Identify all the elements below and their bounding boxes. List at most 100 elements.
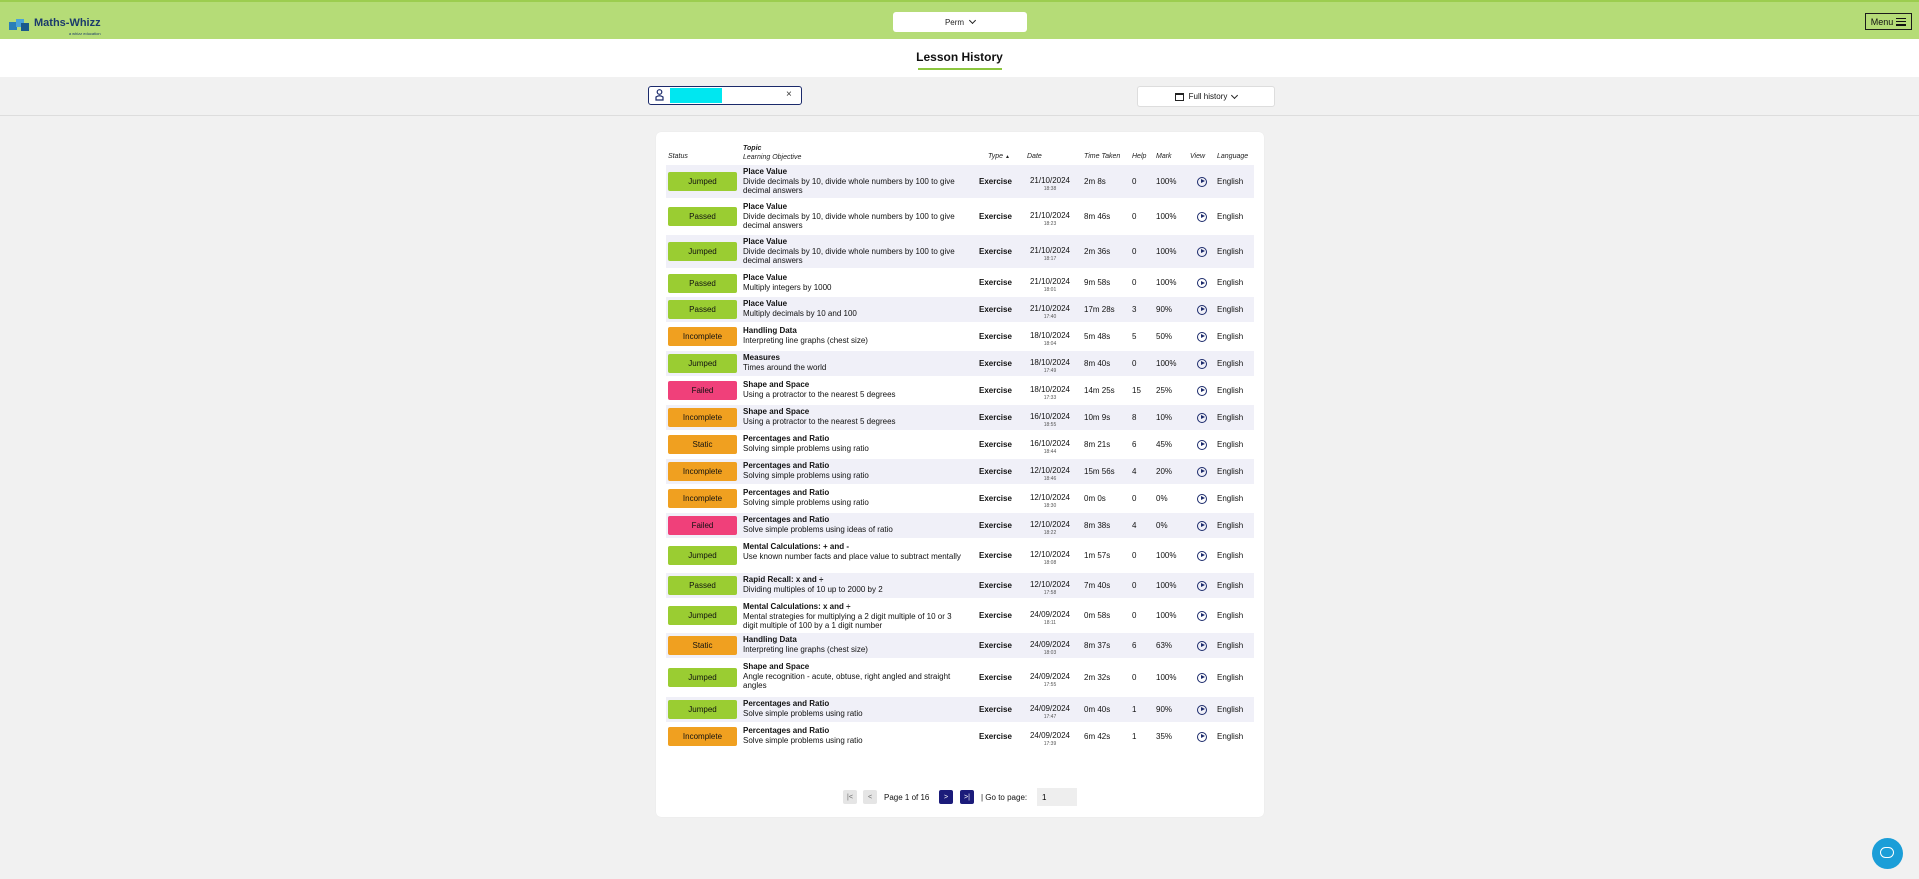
play-icon[interactable] xyxy=(1197,278,1207,288)
type-cell: Exercise xyxy=(979,550,1012,560)
header-help[interactable]: Help xyxy=(1132,153,1146,160)
play-icon[interactable] xyxy=(1197,176,1207,187)
topic-name: Place Value xyxy=(743,237,788,246)
date-cell: 21/10/2024 17:40 xyxy=(1027,304,1073,320)
calendar-icon xyxy=(1174,92,1184,101)
learning-objective: Divide decimals by 10, divide whole numb… xyxy=(743,211,955,231)
topic-name: Place Value xyxy=(743,202,788,211)
play-icon[interactable] xyxy=(1197,580,1207,591)
play-icon[interactable] xyxy=(1197,466,1207,477)
time-value: 18:04 xyxy=(1043,340,1057,347)
header-mark[interactable]: Mark xyxy=(1156,153,1172,160)
learning-objective: Dividing multiples of 10 up to 2000 by 2 xyxy=(743,584,883,594)
topic-cell: Percentages and Ratio Solving simple prob… xyxy=(743,461,963,480)
learning-objective: Divide decimals by 10, divide whole numb… xyxy=(743,246,955,266)
play-icon[interactable] xyxy=(1197,412,1207,423)
date-value: 18/10/2024 xyxy=(1029,330,1071,340)
chevron-down-icon xyxy=(969,16,977,25)
topic-cell: Mental Calculations: + and - Use known nu… xyxy=(743,542,963,561)
history-range-select[interactable]: Full history xyxy=(1137,86,1275,107)
type-cell: Exercise xyxy=(979,520,1012,530)
play-icon[interactable] xyxy=(1197,731,1207,742)
chat-button[interactable] xyxy=(1872,838,1903,869)
table-row: Jumped Place Value Divide decimals by 10, … xyxy=(666,235,1254,268)
time-value: 18:01 xyxy=(1043,287,1057,293)
person-icon xyxy=(655,89,664,101)
header-objective: Learning Objective xyxy=(743,154,802,161)
time-value: 18:22 xyxy=(1043,529,1057,536)
status-label: Passed xyxy=(689,581,716,590)
header-time-taken[interactable]: Time Taken xyxy=(1084,153,1120,160)
topic-cell: Shape and Space Using a protractor to the… xyxy=(743,407,963,426)
mark-cell: 100% xyxy=(1156,176,1177,186)
header-date[interactable]: Date xyxy=(1027,153,1042,160)
topic-cell: Percentages and Ratio Solve simple proble… xyxy=(743,515,963,534)
time-taken-cell: 0m 40s xyxy=(1084,704,1111,714)
play-icon[interactable] xyxy=(1197,610,1207,621)
play-icon[interactable] xyxy=(1197,385,1207,396)
play-icon[interactable] xyxy=(1197,640,1207,651)
type-cell: Exercise xyxy=(979,211,1012,221)
time-taken-cell: 7m 40s xyxy=(1084,580,1111,590)
topic-name: Percentages and Ratio xyxy=(743,699,830,708)
play-icon[interactable] xyxy=(1197,704,1207,715)
topic-name: Percentages and Ratio xyxy=(743,515,830,524)
play-icon[interactable] xyxy=(1197,493,1207,504)
topic-name: Handling Data xyxy=(743,635,797,644)
topic-name: Handling Data xyxy=(743,326,797,335)
date-cell: 24/09/2024 17:55 xyxy=(1027,672,1073,688)
student-select[interactable]: Perm xyxy=(893,12,1027,32)
type-cell: Exercise xyxy=(979,672,1012,682)
play-icon[interactable] xyxy=(1197,358,1207,369)
status-badge: Jumped xyxy=(668,700,737,719)
status-label: Static xyxy=(692,440,713,449)
selected-user-chip[interactable] xyxy=(670,88,722,103)
date-cell: 16/10/2024 18:55 xyxy=(1027,412,1073,428)
time-value: 17:58 xyxy=(1043,589,1057,596)
header-status[interactable]: Status xyxy=(668,153,688,160)
date-value: 24/09/2024 xyxy=(1029,639,1071,649)
next-page-button[interactable]: > xyxy=(939,790,953,804)
status-label: Jumped xyxy=(688,177,717,186)
learning-objective: Solve simple problems using ideas of rat… xyxy=(743,524,893,534)
header-type[interactable]: Type ▲ xyxy=(988,153,1010,160)
play-icon[interactable] xyxy=(1197,439,1207,450)
topic-name: Percentages and Ratio xyxy=(743,488,830,497)
status-badge: Passed xyxy=(668,300,737,319)
learning-objective: Multiply decimals by 10 and 100 xyxy=(743,308,857,318)
time-taken-cell: 17m 28s xyxy=(1084,304,1115,314)
mark-cell: 0% xyxy=(1156,520,1168,530)
play-icon[interactable] xyxy=(1197,520,1207,531)
play-icon[interactable] xyxy=(1197,211,1207,222)
play-icon[interactable] xyxy=(1197,246,1207,257)
menu-button[interactable]: Menu xyxy=(1865,13,1912,30)
user-search-input[interactable]: × xyxy=(648,86,802,105)
clear-icon[interactable]: × xyxy=(786,89,792,100)
maths-whizz-logo[interactable]: Maths-Whizz a whizz education xyxy=(8,13,101,36)
sort-asc-icon: ▲ xyxy=(1005,154,1010,160)
play-icon[interactable] xyxy=(1197,304,1207,315)
header-topic[interactable]: Topic xyxy=(743,145,761,152)
time-taken-cell: 2m 36s xyxy=(1084,246,1111,256)
time-taken-cell: 14m 25s xyxy=(1084,385,1115,395)
goto-page-input[interactable] xyxy=(1037,788,1077,806)
cube-logo-icon xyxy=(9,18,29,31)
language-cell: English xyxy=(1217,331,1244,341)
first-page-button[interactable]: |< xyxy=(843,790,857,804)
mark-cell: 100% xyxy=(1156,211,1177,221)
help-cell: 1 xyxy=(1132,704,1137,714)
play-icon[interactable] xyxy=(1197,672,1207,683)
time-taken-cell: 0m 58s xyxy=(1084,610,1111,620)
last-page-button[interactable]: >| xyxy=(960,790,974,804)
date-value: 21/10/2024 xyxy=(1029,175,1071,185)
play-icon[interactable] xyxy=(1197,550,1207,561)
date-cell: 24/09/2024 17:47 xyxy=(1027,704,1073,720)
play-icon[interactable] xyxy=(1197,331,1207,342)
help-cell: 0 xyxy=(1132,278,1137,287)
status-label: Jumped xyxy=(688,359,717,368)
prev-page-button[interactable]: < xyxy=(863,790,877,804)
date-value: 21/10/2024 xyxy=(1029,210,1071,220)
language-cell: English xyxy=(1217,439,1244,449)
language-cell: English xyxy=(1217,246,1244,256)
page-indicator: Page 1 of 16 xyxy=(884,793,930,802)
